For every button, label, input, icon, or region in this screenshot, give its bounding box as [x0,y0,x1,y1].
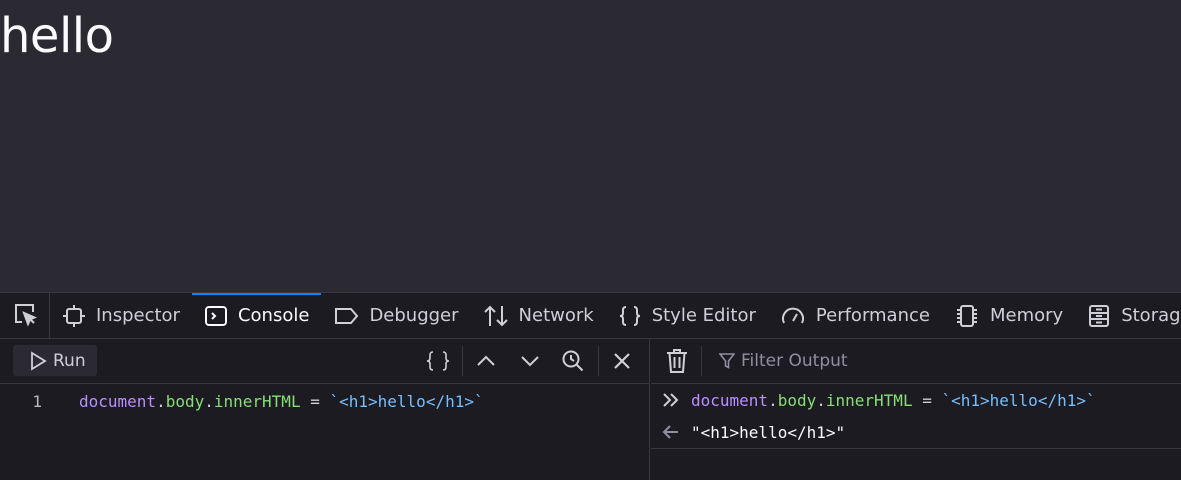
command-echo-row: document. body. innerHTML = `<h1>hello</h1… [651,384,1181,416]
filter-placeholder: Filter Output [741,351,848,371]
result-arrow-icon [651,424,691,440]
code-token-dot: . [204,392,214,411]
console-icon [204,304,228,328]
editor-toolbar: Run [0,339,649,384]
history-search-icon [562,350,584,372]
code-token-string: `<h1>hello</h1>` [329,392,484,411]
clear-output-button[interactable] [665,347,689,375]
reverse-search-button[interactable] [560,347,586,375]
trash-icon [667,349,687,373]
console-output: Filter Output document. body. innerHTML = … [651,339,1181,480]
tab-label: Console [237,305,310,326]
chevron-up-icon [477,355,495,366]
tab-network[interactable]: Network [471,293,606,338]
inspector-icon [62,304,86,328]
code-token-dot: . [816,390,826,410]
code-line: 1 document.body.innerHTML = `<h1>hello</… [0,387,650,417]
run-button[interactable]: Run [13,345,97,376]
code-token-object: document [79,392,157,411]
tab-console[interactable]: Console [191,293,322,338]
code-area[interactable]: 1 document.body.innerHTML = `<h1>hello</… [0,385,650,415]
tab-debugger[interactable]: Debugger [321,293,470,338]
toolbar-divider [701,346,702,376]
output-toolbar: Filter Output [651,339,1181,384]
pretty-print-button[interactable] [423,347,453,375]
tab-storage[interactable]: Storage [1075,293,1181,338]
braces-icon [618,304,642,328]
tab-label: Memory [989,305,1064,326]
code-token-property: body [777,390,817,410]
code-token-operator: = [300,392,330,411]
toolbar-divider [598,346,599,376]
code-text: document.body.innerHTML = `<h1>hello</h1… [79,387,484,417]
tab-memory[interactable]: Memory [942,293,1075,338]
toolbar-divider [462,346,463,376]
tab-inspector[interactable]: Inspector [50,293,192,338]
storage-icon [1087,304,1111,328]
devtools-panel: Inspector Console Debugger Network Style… [0,292,1181,480]
filter-output-input[interactable]: Filter Output [719,347,848,375]
debugger-icon [333,304,359,328]
devtools-tabbar: Inspector Console Debugger Network Style… [0,293,1181,339]
code-token-property: innerHTML [825,390,913,410]
network-icon [483,304,509,328]
console-editor: Run 1 document.body.innerHTML = `<h1>hel… [0,339,650,480]
close-editor-button[interactable] [609,347,635,375]
code-token-dot: . [156,392,166,411]
line-number: 1 [32,392,42,411]
braces-icon [426,351,450,371]
history-next-button[interactable] [517,347,543,375]
page-viewport: hello [0,0,1181,292]
tab-label: Performance [815,305,930,326]
tab-performance[interactable]: Performance [768,293,942,338]
result-value: "<h1>hello</h1>" [691,422,846,442]
run-label: Run [53,350,86,371]
code-token-string: `<h1>hello</h1>` [941,390,1096,410]
result-row: "<h1>hello</h1>" [651,416,1181,449]
history-previous-button[interactable] [473,347,499,375]
tab-label: Storage [1121,305,1181,326]
tab-label: Debugger [369,305,459,326]
tab-label: Network [518,305,594,326]
code-token-operator: = [912,390,942,410]
memory-chip-icon [954,304,980,328]
code-token-property: innerHTML [213,392,301,411]
code-token-property: body [165,392,205,411]
close-icon [614,353,630,369]
play-icon [31,350,47,371]
element-picker-button[interactable] [0,293,50,338]
tab-style-editor[interactable]: Style Editor [606,293,768,338]
code-token-object: document [691,390,769,410]
filter-icon [719,353,735,369]
tab-label: Style Editor [651,305,756,326]
element-picker-icon [12,301,38,331]
page-heading: hello [0,8,114,64]
code-token-dot: . [768,390,778,410]
gauge-icon [780,304,806,328]
chevron-down-icon [521,356,539,367]
command-prompt-icon [651,391,691,409]
tab-label: Inspector [96,305,180,326]
